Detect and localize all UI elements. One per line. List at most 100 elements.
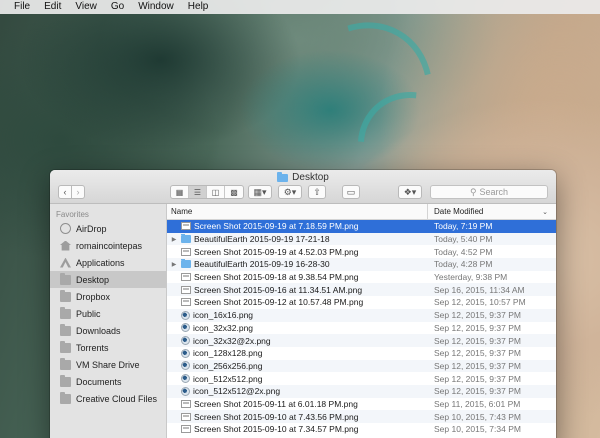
icon-view-icon[interactable]: ▦ — [171, 186, 189, 198]
table-row[interactable]: Screen Shot 2015-09-19 at 7.18.59 PM.png… — [167, 220, 556, 233]
file-date: Sep 12, 2015, 9:37 PM — [434, 386, 521, 397]
file-name: icon_128x128.png — [193, 348, 263, 359]
menu-file[interactable]: File — [0, 0, 37, 14]
sidebar: Favorites AirDrop romaincointepas Applic… — [50, 204, 167, 438]
menu-edit[interactable]: Edit — [37, 0, 68, 14]
finder-window: Desktop ‹ › ▦ ☰ ◫ ▩ ▦▾ ⚙▾ ⇧ ▭ ❖▾ ⚲ Searc… — [50, 170, 556, 438]
table-row[interactable]: Screen Shot 2015-09-10 at 7.43.56 PM.png… — [167, 410, 556, 423]
disclosure-triangle-icon[interactable]: ▶ — [170, 261, 178, 268]
disclosure-triangle-icon[interactable]: ▶ — [170, 236, 178, 243]
sidebar-item-dropbox[interactable]: Dropbox — [50, 288, 166, 305]
file-list: Name Date Modified ⌄ Screen Shot 2015-09… — [167, 204, 556, 438]
folder-icon — [60, 306, 71, 319]
file-date: Sep 11, 2015, 6:01 PM — [434, 398, 521, 409]
back-button[interactable]: ‹ — [58, 185, 72, 199]
tags-button[interactable]: ▭ — [342, 185, 360, 199]
file-date: Today, 4:52 PM — [434, 246, 493, 257]
sidebar-item-public[interactable]: Public — [50, 305, 166, 322]
menu-help[interactable]: Help — [181, 0, 216, 14]
png-file-icon — [181, 273, 191, 282]
table-row[interactable]: Screen Shot 2015-09-18 at 9.38.54 PM.png… — [167, 271, 556, 284]
file-name: icon_16x16.png — [193, 310, 254, 321]
sidebar-item-label: romaincointepas — [76, 240, 143, 251]
file-date: Today, 5:40 PM — [434, 234, 493, 245]
png-file-icon — [181, 412, 191, 421]
column-view-icon[interactable]: ◫ — [207, 186, 225, 198]
table-row[interactable]: icon_32x32@2x.png Sep 12, 2015, 9:37 PM — [167, 334, 556, 347]
table-row[interactable]: ▶ BeautifulEarth 2015-09-19 16-28-30 Toda… — [167, 258, 556, 271]
file-name: Screen Shot 2015-09-16 at 11.34.51 AM.pn… — [194, 284, 363, 295]
table-row[interactable]: Screen Shot 2015-09-11 at 6.01.18 PM.png… — [167, 398, 556, 411]
table-row[interactable]: ▶ BeautifulEarth 2015-09-19 17-21-18 Toda… — [167, 232, 556, 246]
sidebar-item-applications[interactable]: Applications — [50, 254, 166, 271]
table-row[interactable]: icon_128x128.png Sep 12, 2015, 9:37 PM — [167, 347, 556, 360]
window-title: Desktop — [50, 171, 556, 183]
sidebar-item-label: AirDrop — [76, 223, 107, 234]
app-icon-file-icon — [181, 336, 190, 346]
sidebar-item-label: Applications — [76, 257, 125, 268]
menu-window[interactable]: Window — [131, 0, 181, 14]
file-name: Screen Shot 2015-09-11 at 6.01.18 PM.png — [194, 398, 358, 409]
folder-icon — [60, 391, 71, 404]
folder-icon — [60, 289, 71, 302]
cover-flow-icon[interactable]: ▩ — [225, 186, 243, 198]
title-bar[interactable]: Desktop ‹ › ▦ ☰ ◫ ▩ ▦▾ ⚙▾ ⇧ ▭ ❖▾ ⚲ Searc… — [50, 170, 556, 204]
table-row[interactable]: Screen Shot 2015-09-19 at 4.52.03 PM.png… — [167, 245, 556, 258]
sidebar-item-vm-share-drive[interactable]: VM Share Drive — [50, 356, 166, 373]
file-name: BeautifulEarth 2015-09-19 16-28-30 — [194, 259, 330, 270]
list-view-icon[interactable]: ☰ — [189, 186, 207, 198]
png-file-icon — [181, 222, 191, 231]
table-row[interactable]: icon_512x512.png Sep 12, 2015, 9:37 PM — [167, 372, 556, 385]
app-icon-file-icon — [181, 310, 190, 320]
sidebar-item-label: Documents — [76, 376, 122, 387]
file-name: icon_32x32.png — [193, 322, 254, 333]
view-mode-selector: ▦ ☰ ◫ ▩ — [170, 185, 244, 199]
table-row[interactable]: Screen Shot 2015-09-16 at 11.34.51 AM.pn… — [167, 283, 556, 297]
menu-view[interactable]: View — [68, 0, 104, 14]
menu-bar: File Edit View Go Window Help — [0, 0, 600, 14]
sidebar-item-torrents[interactable]: Torrents — [50, 339, 166, 356]
folder-icon — [60, 340, 71, 353]
app-icon-file-icon — [181, 323, 190, 333]
app-icon-file-icon — [181, 374, 190, 384]
folder-icon — [277, 171, 289, 182]
sidebar-item-creative-cloud-files[interactable]: Creative Cloud Files — [50, 390, 166, 407]
file-date: Sep 12, 2015, 9:37 PM — [434, 348, 521, 359]
table-row[interactable]: icon_256x256.png Sep 12, 2015, 9:37 PM — [167, 359, 556, 373]
forward-button[interactable]: › — [71, 185, 85, 199]
file-date: Sep 12, 2015, 9:37 PM — [434, 322, 521, 333]
column-header-date-modified[interactable]: Date Modified ⌄ — [428, 204, 556, 219]
share-button[interactable]: ⇧ — [308, 185, 326, 199]
app-icon-file-icon — [181, 348, 190, 358]
table-row[interactable]: icon_16x16.png Sep 12, 2015, 9:37 PM — [167, 308, 556, 322]
file-name: Screen Shot 2015-09-10 at 7.43.56 PM.png — [194, 411, 359, 422]
file-date: Sep 12, 2015, 9:37 PM — [434, 310, 521, 321]
action-gear-button[interactable]: ⚙▾ — [278, 185, 302, 199]
column-header-date-label: Date Modified — [434, 207, 484, 216]
arrange-button[interactable]: ▦▾ — [248, 185, 272, 199]
dropbox-button[interactable]: ❖▾ — [398, 185, 422, 199]
sidebar-item-documents[interactable]: Documents — [50, 373, 166, 390]
file-date: Sep 12, 2015, 9:37 PM — [434, 335, 521, 346]
sidebar-favorites-header: Favorites — [56, 210, 89, 219]
file-date: Sep 10, 2015, 7:43 PM — [434, 411, 521, 422]
file-date: Today, 4:28 PM — [434, 259, 493, 270]
png-file-icon — [181, 425, 191, 434]
sidebar-item-downloads[interactable]: Downloads — [50, 322, 166, 339]
folder-icon — [60, 323, 71, 336]
sidebar-item-home[interactable]: romaincointepas — [50, 237, 166, 254]
sidebar-item-label: Downloads — [76, 325, 121, 336]
sidebar-item-desktop[interactable]: Desktop — [50, 271, 166, 288]
search-field[interactable]: ⚲ Search — [430, 185, 548, 199]
sidebar-item-airdrop[interactable]: AirDrop — [50, 220, 166, 237]
folder-icon — [60, 357, 71, 370]
sidebar-item-label: Torrents — [76, 342, 109, 353]
table-row[interactable]: icon_32x32.png Sep 12, 2015, 9:37 PM — [167, 322, 556, 335]
sidebar-item-label: Creative Cloud Files — [76, 393, 158, 404]
table-row[interactable]: Screen Shot 2015-09-10 at 7.34.57 PM.png… — [167, 423, 556, 436]
column-header-name[interactable]: Name — [167, 204, 428, 219]
menu-go[interactable]: Go — [104, 0, 131, 14]
table-row[interactable]: icon_512x512@2x.png Sep 12, 2015, 9:37 P… — [167, 384, 556, 398]
file-name: Screen Shot 2015-09-12 at 10.57.48 PM.pn… — [194, 297, 364, 308]
table-row[interactable]: Screen Shot 2015-09-12 at 10.57.48 PM.pn… — [167, 296, 556, 309]
